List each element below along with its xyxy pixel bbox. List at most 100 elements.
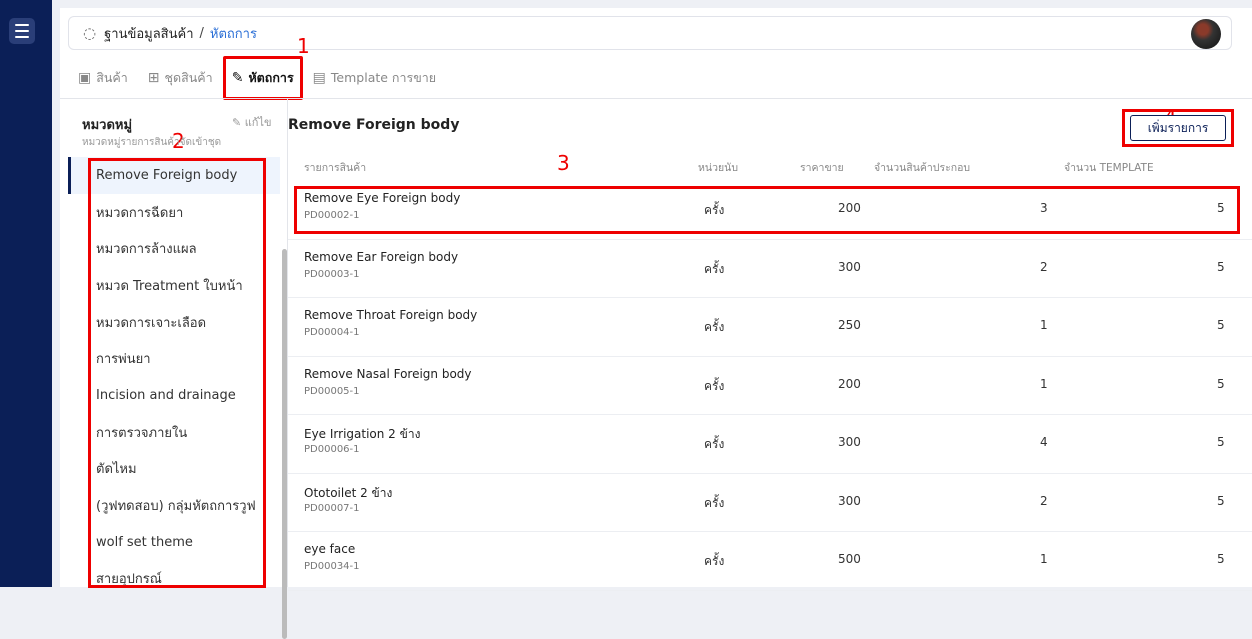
cell-unit: ครั้ง [704, 495, 725, 510]
cell-count: 2 [1040, 259, 1048, 274]
cell-price: 500 [838, 552, 861, 566]
cell-count: 1 [1040, 376, 1048, 391]
category-item[interactable]: (วูฟทดสอบ) กลุ่มหัตถการวูฟ [68, 487, 280, 524]
category-item[interactable]: หมวด Treatment ใบหน้า [68, 267, 280, 304]
cell-template: 5 [1217, 376, 1225, 391]
cell-template: 5 [1217, 435, 1225, 449]
annotation-1: 1 [297, 34, 310, 58]
tab-bar: ▣ สินค้า ⊞ ชุดสินค้า ✎ หัตถการ ▤ Templat… [68, 56, 446, 100]
cell-code: PD00007-1 [304, 502, 360, 514]
cell-unit: ครั้ง [704, 320, 725, 334]
category-item[interactable]: สายอุปกรณ์ [68, 561, 280, 598]
cell-template: 5 [1217, 552, 1225, 566]
cell-template: 5 [1217, 318, 1225, 332]
cell-code: PD00003-1 [304, 268, 360, 280]
table-row[interactable]: eye face PD00034-1 ครั้ง 500 1 5 [288, 532, 1252, 591]
cell-code: PD00034-1 [304, 561, 360, 572]
cell-count: 2 [1040, 493, 1048, 508]
tab-products-label: สินค้า [96, 70, 128, 85]
table-header: รายการสินค้า หน่วยนับ ราคาขาย จำนวนสินค้… [288, 155, 1252, 177]
cell-price: 300 [838, 493, 861, 508]
header-item: รายการสินค้า [304, 162, 367, 174]
tab-sales-template-label: Template การขาย [330, 70, 437, 85]
add-item-button[interactable]: เพิ่มรายการ [1130, 115, 1226, 141]
cell-unit: ครั้ง [704, 378, 725, 393]
breadcrumb-separator: / [199, 25, 204, 41]
category-subtitle: หมวดหมู่รายการสินค้าจัดเข้าชุด [82, 137, 222, 148]
tab-bundles[interactable]: ⊞ ชุดสินค้า [138, 61, 223, 95]
procedure-icon: ✎ [231, 70, 244, 86]
category-item[interactable]: หมวดการล้างแผล [68, 230, 280, 267]
category-edit-label: แก้ไข [244, 116, 272, 129]
pencil-icon: ✎ [232, 116, 242, 129]
cell-count: 3 [1040, 201, 1048, 215]
tab-procedures-label: หัตถการ [248, 70, 294, 85]
side-rail [0, 0, 52, 587]
cell-name: Remove Nasal Foreign body [304, 366, 472, 381]
cell-price: 250 [838, 318, 861, 332]
table-row[interactable]: Remove Eye Foreign body PD00002-1 ครั้ง … [288, 181, 1252, 240]
cell-unit: ครั้ง [704, 261, 725, 276]
cell-count: 1 [1040, 552, 1048, 566]
cell-code: PD00004-1 [304, 327, 360, 338]
cell-template: 5 [1217, 259, 1225, 274]
category-panel: หมวดหมู่ หมวดหมู่รายการสินค้าจัดเข้าชุด … [60, 99, 288, 639]
cell-price: 200 [838, 201, 861, 215]
bundle-icon: ⊞ [147, 70, 160, 86]
breadcrumb-current[interactable]: หัตถการ [210, 23, 257, 44]
category-item[interactable]: การตรวจภายใน [68, 414, 280, 451]
cell-unit: ครั้ง [704, 554, 725, 568]
category-scrollbar[interactable] [282, 249, 287, 639]
header-template: จำนวน TEMPLATE [1064, 162, 1154, 174]
header-count: จำนวนสินค้าประกอบ [874, 162, 971, 174]
cell-name: eye face [304, 542, 356, 556]
cell-template: 5 [1217, 493, 1225, 508]
table-row[interactable]: Remove Throat Foreign body PD00004-1 ครั… [288, 298, 1252, 357]
table-row[interactable]: Remove Ear Foreign body PD00003-1 ครั้ง … [288, 240, 1252, 298]
category-title: หมวดหมู่ [82, 118, 133, 133]
app-logo-icon: ◌ [83, 24, 97, 42]
cell-unit: ครั้ง [704, 203, 725, 217]
header-price: ราคาขาย [800, 162, 844, 174]
cell-name: Ototoilet 2 ข้าง [304, 485, 393, 500]
tab-sales-template[interactable]: ▤ Template การขาย [303, 61, 446, 95]
category-item[interactable]: หมวดการฉีดยา [68, 194, 280, 231]
category-edit-button[interactable]: ✎ แก้ไข [232, 113, 272, 131]
main-content: ◌ ฐานข้อมูลสินค้า / หัตถการ ▣ สินค้า ⊞ ช… [60, 8, 1252, 639]
cell-template: 5 [1217, 201, 1225, 215]
category-item[interactable]: Remove Foreign body [68, 157, 280, 194]
table-body: Remove Eye Foreign body PD00002-1 ครั้ง … [288, 181, 1252, 591]
category-list: Remove Foreign body หมวดการฉีดยา หมวดการ… [68, 157, 280, 597]
category-item[interactable]: wolf set theme [68, 524, 280, 561]
procedure-panel: Remove Foreign body เพิ่มรายการ รายการสิ… [288, 99, 1252, 591]
avatar[interactable] [1191, 19, 1221, 49]
template-icon: ▤ [312, 70, 326, 86]
table-row[interactable]: Ototoilet 2 ข้าง PD00007-1 ครั้ง 300 2 5 [288, 474, 1252, 532]
cell-price: 200 [838, 376, 861, 391]
section-title: Remove Foreign body [288, 117, 460, 133]
cell-name: Eye Irrigation 2 ข้าง [304, 427, 421, 441]
category-item[interactable]: การพ่นยา [68, 340, 280, 377]
category-item[interactable]: หมวดการเจาะเลือด [68, 304, 280, 341]
breadcrumb: ◌ ฐานข้อมูลสินค้า / หัตถการ [68, 16, 1232, 50]
category-item[interactable]: ตัดไหม [68, 451, 280, 488]
table-row[interactable]: Eye Irrigation 2 ข้าง PD00006-1 ครั้ง 30… [288, 415, 1252, 474]
breadcrumb-root[interactable]: ฐานข้อมูลสินค้า [104, 23, 193, 44]
product-icon: ▣ [78, 70, 92, 86]
header-unit: หน่วยนับ [698, 162, 738, 174]
cell-code: PD00002-1 [304, 210, 360, 221]
cell-price: 300 [838, 259, 861, 274]
cell-code: PD00006-1 [304, 444, 360, 455]
tab-bundles-label: ชุดสินค้า [164, 70, 213, 85]
cell-name: Remove Ear Foreign body [304, 249, 459, 264]
tab-products[interactable]: ▣ สินค้า [68, 61, 138, 95]
cell-count: 1 [1040, 318, 1048, 332]
cell-name: Remove Eye Foreign body [304, 191, 461, 205]
hamburger-icon[interactable] [9, 18, 35, 44]
category-item[interactable]: Incision and drainage [68, 377, 280, 414]
cell-price: 300 [838, 435, 861, 449]
cell-unit: ครั้ง [704, 437, 725, 451]
table-row[interactable]: Remove Nasal Foreign body PD00005-1 ครั้… [288, 357, 1252, 415]
cell-name: Remove Throat Foreign body [304, 308, 478, 322]
tab-procedures[interactable]: ✎ หัตถการ [222, 56, 303, 100]
